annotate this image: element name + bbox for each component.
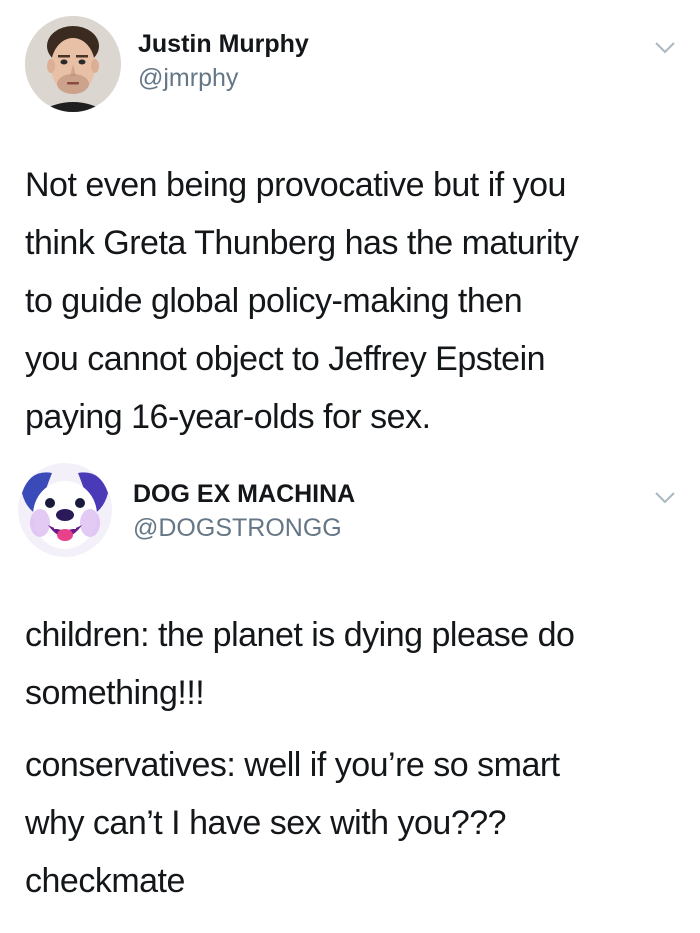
tweet-paragraph: conservatives: well if you’re so smart w…	[25, 736, 685, 910]
person-portrait-icon	[25, 16, 121, 112]
tweet-text-line: children: the planet is dying please do	[25, 616, 575, 654]
display-name[interactable]: Justin Murphy	[138, 30, 309, 59]
chevron-down-icon[interactable]	[654, 490, 676, 506]
tweet-text-line: paying 16-year-olds for sex.	[25, 398, 431, 436]
tweet-text-line: Not even being provocative but if you	[25, 166, 566, 204]
tweet-text-line: to guide global policy-making then	[25, 282, 523, 320]
user-handle[interactable]: @DOGSTRONGG	[133, 514, 342, 543]
tweet-text-line: something!!!	[25, 674, 205, 712]
tweet-text-line: you cannot object to Jeffrey Epstein	[25, 340, 546, 378]
display-name[interactable]: DOG EX MACHINA	[133, 480, 355, 509]
tweet-text-line: think Greta Thunberg has the maturity	[25, 224, 579, 262]
dog-face-icon	[18, 463, 112, 557]
tweet-text: Not even being provocative but if you th…	[25, 156, 685, 446]
avatar[interactable]	[25, 16, 121, 112]
tweet-dog-ex-machina: DOG EX MACHINA @DOGSTRONGG children: the…	[0, 460, 700, 933]
chevron-down-icon[interactable]	[654, 40, 676, 56]
tweet-text: children: the planet is dying please do …	[25, 606, 685, 910]
avatar[interactable]	[18, 463, 112, 557]
tweet-text-line: checkmate	[25, 862, 185, 900]
tweet-text-line: why can’t I have sex with you???	[25, 804, 507, 842]
tweet-paragraph: children: the planet is dying please do …	[25, 606, 685, 722]
tweet-text-line: conservatives: well if you’re so smart	[25, 746, 560, 784]
user-handle[interactable]: @jmrphy	[138, 64, 238, 93]
tweet-justin-murphy: Justin Murphy @jmrphy Not even being pro…	[0, 0, 700, 460]
